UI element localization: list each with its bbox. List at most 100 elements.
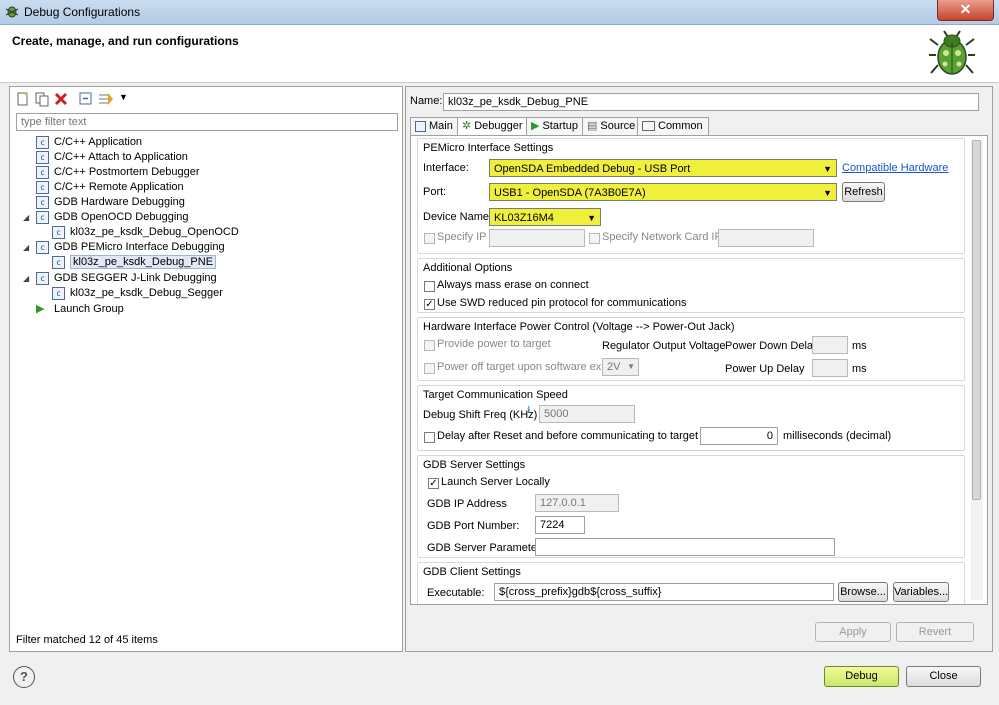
help-icon[interactable]: ? [13, 666, 35, 688]
gdb-server-params-label: GDB Server Parameters: [427, 542, 550, 554]
power-up-delay-input[interactable] [812, 359, 848, 377]
gdb-ip-input[interactable]: 127.0.0.1 [535, 494, 619, 512]
expanded-triangle-icon[interactable]: ◢ [23, 213, 29, 222]
power-up-delay-label: Power Up Delay [725, 363, 805, 375]
tab-startup[interactable]: ▶ Startup [526, 117, 584, 135]
launch-server-locally-checkbox[interactable]: ✓ [428, 478, 439, 489]
executable-label: Executable: [427, 587, 485, 599]
tab-source[interactable]: ▤ Source [582, 117, 642, 135]
expanded-triangle-icon[interactable]: ◢ [23, 274, 29, 283]
tree-item-gdb-hardware[interactable]: c GDB Hardware Debugging [36, 195, 185, 210]
tree-item-cpp-postmortem[interactable]: c C/C++ Postmortem Debugger [36, 165, 200, 180]
c-launch-icon: c [36, 195, 49, 209]
delay-after-reset-checkbox[interactable] [424, 432, 435, 443]
specify-network-card-label: Specify Network Card IP [602, 231, 722, 243]
vertical-scrollbar[interactable] [971, 140, 983, 600]
c-launch-icon: c [36, 165, 49, 179]
c-launch-icon: c [52, 225, 65, 239]
gdb-ip-label: GDB IP Address [427, 498, 507, 510]
tree-item-segger-config[interactable]: c kl03z_pe_ksdk_Debug_Segger [52, 286, 223, 301]
tree-item-gdb-pemicro[interactable]: c GDB PEMicro Interface Debugging [36, 240, 225, 255]
debug-shift-freq-input[interactable]: 5000 [539, 405, 635, 423]
specify-ip-checkbox[interactable] [424, 233, 435, 244]
revert-button[interactable]: Revert [896, 622, 974, 642]
power-down-delay-input[interactable] [812, 336, 848, 354]
tree-item-gdb-openocd[interactable]: c GDB OpenOCD Debugging [36, 210, 189, 225]
filter-icon[interactable] [98, 91, 114, 107]
tree-item-cpp-attach[interactable]: c C/C++ Attach to Application [36, 150, 188, 165]
gdb-server-group: GDB Server Settings ✓ Launch Server Loca… [417, 455, 965, 558]
specify-network-card-checkbox[interactable] [589, 233, 600, 244]
dialog-header: Create, manage, and run configurations [0, 25, 999, 83]
expanded-triangle-icon[interactable]: ◢ [23, 243, 29, 252]
power-off-checkbox[interactable] [424, 363, 435, 374]
pemicro-group-title: PEMicro Interface Settings [423, 142, 554, 154]
apply-button[interactable]: Apply [815, 622, 891, 642]
gdb-server-title: GDB Server Settings [423, 459, 526, 471]
dropdown-arrow-icon: ▼ [823, 164, 832, 174]
refresh-button[interactable]: Refresh [842, 182, 885, 202]
close-button[interactable]: Close [906, 666, 981, 687]
window-title: Debug Configurations [24, 5, 141, 19]
power-off-label: Power off target upon software exit [437, 361, 607, 373]
filter-status: Filter matched 12 of 45 items [16, 634, 158, 646]
tree-item-cpp-application[interactable]: c C/C++ Application [36, 135, 142, 150]
interface-label: Interface: [423, 162, 469, 174]
filter-input[interactable] [16, 113, 398, 131]
tree-item-pne-config[interactable]: c kl03z_pe_ksdk_Debug_PNE [52, 255, 217, 270]
new-config-icon[interactable] [15, 91, 31, 107]
variables-button[interactable]: Variables... [893, 582, 949, 602]
config-name-input[interactable] [443, 93, 979, 111]
mass-erase-checkbox[interactable] [424, 281, 435, 292]
specify-ip-label: Specify IP [437, 231, 487, 243]
gdb-port-input[interactable]: 7224 [535, 516, 585, 534]
compatible-hardware-link[interactable]: Compatible Hardware [842, 162, 948, 174]
mass-erase-label: Always mass erase on connect [437, 279, 589, 291]
port-label: Port: [423, 186, 447, 198]
tab-main[interactable]: Main [410, 117, 462, 135]
delete-config-icon[interactable] [53, 91, 69, 107]
provide-power-label: Provide power to target [437, 338, 551, 350]
c-launch-icon: c [36, 210, 49, 224]
collapse-all-icon[interactable] [78, 91, 94, 107]
browse-button[interactable]: Browse... [838, 582, 888, 602]
swd-checkbox[interactable]: ✓ [424, 299, 435, 310]
duplicate-config-icon[interactable] [34, 91, 50, 107]
bug-icon [929, 30, 975, 75]
tree-item-launch-group[interactable]: ▶ Launch Group [36, 302, 124, 317]
port-select[interactable]: USB1 - OpenSDA (7A3B0E7A) ▼ [489, 183, 837, 201]
delay-after-reset-input[interactable]: 0 [700, 427, 778, 445]
launch-group-icon: ▶ [36, 303, 45, 315]
executable-input[interactable]: ${cross_prefix}gdb${cross_suffix} [494, 583, 834, 601]
tree-item-cpp-remote[interactable]: c C/C++ Remote Application [36, 180, 184, 195]
delay-unit-label: milliseconds (decimal) [783, 430, 892, 442]
tree-item-gdb-segger[interactable]: c GDB SEGGER J-Link Debugging [36, 271, 217, 286]
configuration-editor-panel: Name: Main ✲Debugger ▶Startup ▤Source Co… [405, 86, 993, 652]
voltage-select[interactable]: 2V ▼ [602, 358, 639, 376]
debug-shift-freq-label: Debug Shift Freq (KHz) [423, 409, 538, 421]
tab-debugger[interactable]: ✲ Debugger [457, 117, 531, 135]
debugger-tab-icon: ✲ [462, 120, 472, 132]
window-close-button[interactable]: ✕ [937, 0, 994, 21]
additional-options-group: Additional Options Always mass erase on … [417, 258, 965, 313]
device-name-select[interactable]: KL03Z16M4 ▼ [489, 208, 601, 226]
dropdown-arrow-icon: ▼ [587, 213, 596, 223]
ip-input[interactable] [489, 229, 585, 247]
scrollbar-thumb[interactable] [972, 140, 981, 500]
dropdown-arrow-icon: ▼ [627, 362, 635, 371]
c-launch-icon: c [36, 135, 49, 149]
c-launch-icon: c [36, 240, 49, 254]
power-control-group: Hardware Interface Power Control (Voltag… [417, 317, 965, 381]
debug-button[interactable]: Debug [824, 666, 899, 687]
provide-power-checkbox[interactable] [424, 340, 435, 351]
tab-common[interactable]: Common [637, 117, 709, 135]
c-launch-icon: c [36, 180, 49, 194]
gdb-server-params-input[interactable] [535, 538, 835, 556]
c-launch-icon: c [36, 150, 49, 164]
network-card-input[interactable] [718, 229, 814, 247]
tree-item-openocd-config[interactable]: c kl03z_pe_ksdk_Debug_OpenOCD [52, 225, 239, 240]
view-menu-chevron-icon[interactable]: ▼ [119, 92, 128, 102]
debug-app-icon [5, 6, 19, 18]
power-control-title: Hardware Interface Power Control (Voltag… [423, 321, 735, 333]
interface-select[interactable]: OpenSDA Embedded Debug - USB Port ▼ [489, 159, 837, 177]
